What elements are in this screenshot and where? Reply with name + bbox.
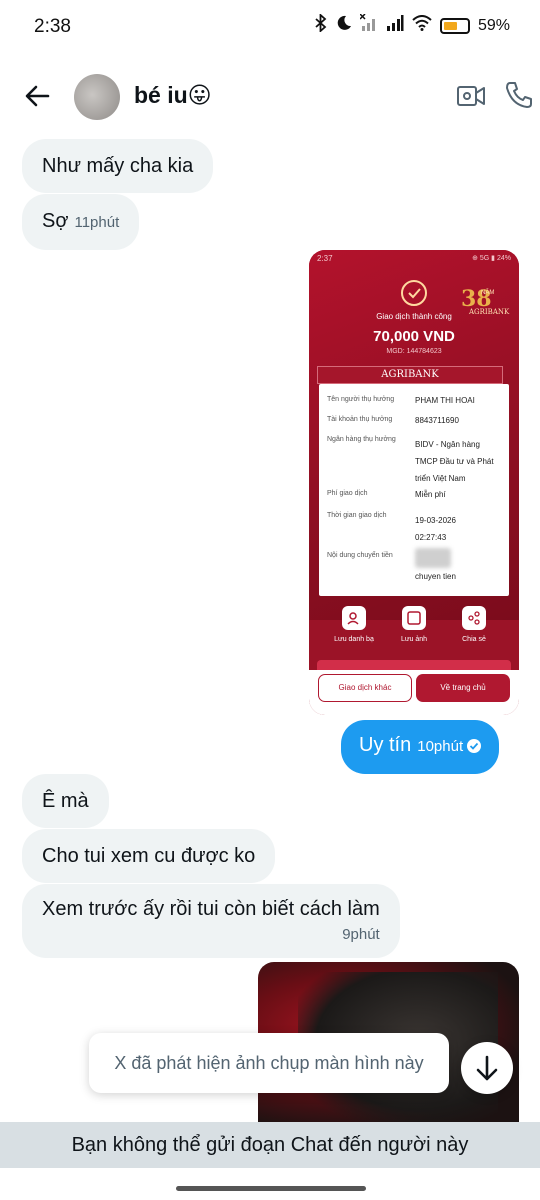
detail-label: Phí giao dịch (327, 490, 368, 497)
receipt-details: Tên người thụ hưởng PHAM THI HOAI Tài kh… (319, 384, 509, 596)
message-bubble[interactable]: Ê mà (22, 774, 109, 828)
detail-label: Tài khoản thụ hưởng (327, 416, 393, 423)
message-time: 10phút (417, 738, 464, 755)
detail-value: 19-03-2026 02:27:43 (415, 516, 456, 542)
detail-label: Thời gian giao dịch (327, 512, 387, 519)
receipt-actions: Lưu danh bạ Lưu ảnh Chia sẻ (309, 606, 519, 650)
bluetooth-icon (314, 12, 328, 37)
receipt-title: Giao dịch thành công (376, 312, 452, 321)
brand-text: AGRIBANK (381, 369, 439, 380)
status-time: 2:38 (34, 16, 71, 37)
message-bubble-sent[interactable]: Uy tín 10phút (341, 720, 500, 774)
detail-label: Tên người thụ hưởng (327, 396, 395, 403)
detail-label: Ngân hàng thụ hưởng (327, 436, 396, 443)
anniversary-label: NĂM (481, 290, 495, 296)
detail-value: chuyen tien (415, 572, 456, 581)
message-text: Như mấy cha kia (42, 155, 194, 177)
message-bubble[interactable]: Cho tui xem cu được ko (22, 829, 276, 883)
detail-value: 8843711690 (415, 416, 459, 425)
cannot-send-notice: Bạn không thể gửi đoạn Chat đến người nà… (0, 1122, 540, 1168)
voice-call-button[interactable] (504, 80, 534, 110)
receipt-brand: AGRIBANK (317, 366, 503, 384)
video-camera-icon (457, 86, 485, 106)
action-label: Chia sẻ (462, 636, 486, 643)
home-indicator[interactable] (176, 1186, 366, 1191)
read-check-icon (467, 739, 482, 753)
receipt-mgd: MGD: 144784623 (386, 348, 442, 355)
detail-value: Miễn phí (415, 490, 446, 499)
avatar[interactable] (74, 74, 120, 120)
battery-icon (439, 17, 470, 34)
receipt-status-time: 2:37 (317, 254, 333, 263)
no-signal-icon (359, 13, 378, 37)
screenshot-toast: X đã phát hiện ảnh chụp màn hình này (89, 1033, 449, 1093)
shared-image-receipt[interactable]: 2:37 ⊕ 5G ▮ 24% 38 NĂM AGRIBANK Giao dịc… (309, 250, 519, 715)
scroll-down-button[interactable] (461, 1042, 513, 1094)
receipt-amount: 70,000 VND (373, 328, 455, 345)
wifi-icon (412, 15, 432, 36)
arrow-left-icon (25, 85, 50, 107)
message-bubble[interactable]: Xem trước ấy rồi tui còn biết cách làm 9… (22, 884, 400, 958)
action-label: Lưu ảnh (400, 636, 428, 643)
message-text: Uy tín (359, 734, 412, 756)
phone-icon (506, 82, 532, 108)
image-icon (402, 606, 426, 630)
system-nav-bar (0, 1168, 540, 1200)
message-bubble[interactable]: Sợ 11phút (22, 194, 140, 250)
message-bubble[interactable]: Như mấy cha kia (22, 139, 214, 193)
message-time: 9phút (342, 926, 380, 943)
battery-percent: 59% (477, 16, 510, 34)
detail-label: Nội dung chuyển tiền (327, 552, 393, 559)
action-label: Lưu danh bạ (334, 636, 374, 643)
home-button: Về trang chủ (416, 674, 510, 702)
message-text: Xem trước ấy rồi tui còn biết cách làm (42, 898, 380, 920)
status-bar: 2:38 59% (0, 0, 540, 54)
battery-level (443, 21, 457, 30)
save-image-action: Lưu ảnh (384, 606, 444, 643)
status-icons: 59% (314, 12, 510, 37)
blurred-content (415, 548, 451, 568)
contact-name[interactable]: bé iu😛 (134, 82, 212, 109)
receipt-status-icons: ⊕ 5G ▮ 24% (472, 255, 511, 262)
receipt-bottom-bar: Giao dịch khác Về trang chủ (309, 670, 519, 715)
other-transaction-button: Giao dịch khác (318, 674, 412, 702)
video-call-button[interactable] (456, 82, 486, 110)
signal-icon (386, 14, 404, 37)
arrow-down-icon (476, 1055, 498, 1081)
share-icon (462, 606, 486, 630)
back-button[interactable] (22, 80, 54, 112)
message-text: Ê mà (42, 790, 89, 812)
save-contact-action: Lưu danh bạ (324, 606, 384, 643)
message-text: Sợ (42, 210, 69, 232)
message-text: Cho tui xem cu được ko (42, 845, 256, 867)
chat-header: bé iu😛 (0, 66, 540, 126)
share-action: Chia sẻ (444, 606, 504, 643)
success-check-icon (401, 280, 427, 306)
contact-icon (342, 606, 366, 630)
message-time: 11phút (74, 214, 120, 231)
moon-icon (336, 15, 352, 36)
detail-value: PHAM THI HOAI (415, 396, 475, 405)
detail-value: BIDV - Ngân hàng TMCP Đầu tư và Phát tri… (415, 440, 494, 483)
